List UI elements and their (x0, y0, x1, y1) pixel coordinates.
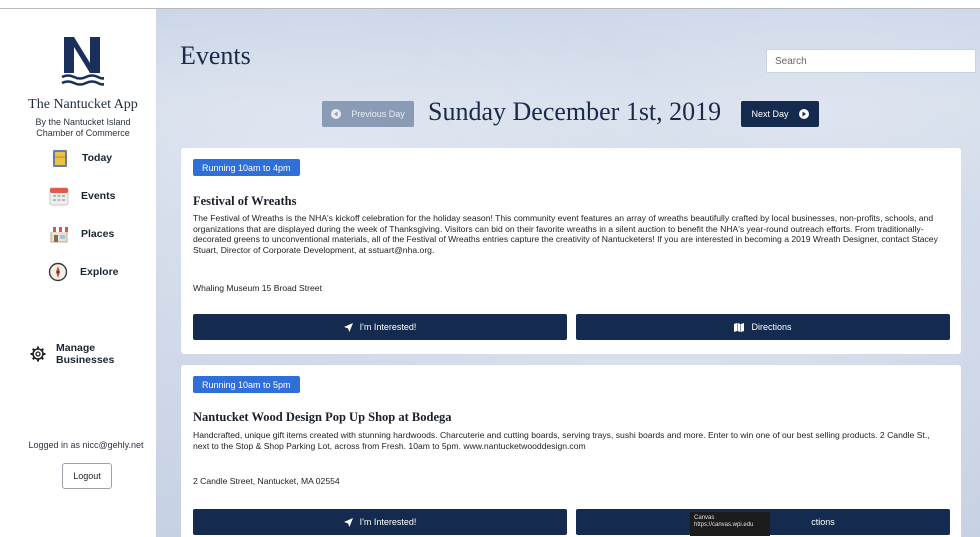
next-day-button[interactable]: Next Day (741, 101, 819, 127)
sidebar-item-label: Events (81, 190, 116, 202)
events-calendar-icon (49, 186, 69, 206)
sidebar-item-label: Today (82, 152, 113, 164)
logout-button[interactable]: Logout (62, 463, 112, 489)
nantucket-logo-icon (61, 37, 104, 86)
interested-label: I'm Interested! (359, 517, 417, 527)
places-shop-icon (49, 224, 69, 244)
tooltip-title: Canvas (694, 515, 715, 521)
event-description: The Festival of Wreaths is the NHA's kic… (193, 213, 938, 255)
compass-icon (48, 262, 68, 282)
tooltip-url: https://canvas.wpi.edu (694, 522, 754, 528)
app-subtitle: By the Nantucket Island Chamber of Comme… (35, 117, 131, 138)
page-title: Events (180, 41, 251, 70)
manage-label-line1: Manage (56, 342, 96, 354)
event-description: Handcrafted, unique gift items created w… (193, 430, 930, 451)
logged-in-text: Logged in as nicc@gehly.net (28, 440, 144, 450)
arrow-left-circle-icon (331, 109, 342, 119)
directions-button[interactable]: Directions (576, 314, 950, 340)
manage-businesses-label: Manage Businesses (56, 342, 114, 366)
map-icon (734, 322, 745, 332)
sidebar: The Nantucket App By the Nantucket Islan… (0, 9, 156, 537)
sidebar-item-label: Places (81, 228, 115, 240)
manage-businesses-link[interactable]: Manage Businesses (30, 342, 114, 366)
interested-button[interactable]: I'm Interested! (193, 314, 567, 340)
event-time-badge: Running 10am to 5pm (193, 376, 300, 393)
link-preview-tooltip: Canvas https://canvas.wpi.edu (690, 512, 770, 536)
sidebar-item-today[interactable]: Today (50, 148, 112, 168)
gear-icon (30, 346, 46, 362)
previous-day-button[interactable]: Previous Day (322, 101, 414, 127)
next-day-label: Next Day (751, 109, 789, 119)
search-input[interactable] (766, 49, 976, 73)
event-card: Running 10am to 5pm Nantucket Wood Desig… (181, 365, 961, 537)
date-title: Sunday December 1st, 2019 (428, 97, 722, 126)
paper-plane-icon (343, 517, 353, 527)
event-title: Festival of Wreaths (193, 194, 297, 208)
interested-button[interactable]: I'm Interested! (193, 509, 567, 535)
today-calendar-icon (50, 148, 70, 168)
directions-label: ctions (811, 517, 835, 527)
previous-day-label: Previous Day (351, 109, 405, 119)
interested-label: I'm Interested! (359, 322, 417, 332)
event-time-badge: Running 10am to 4pm (193, 159, 300, 176)
sidebar-item-places[interactable]: Places (49, 224, 114, 244)
main-content: Events Previous Day Sunday December 1st,… (156, 9, 980, 537)
event-title: Nantucket Wood Design Pop Up Shop at Bod… (193, 410, 452, 424)
event-card: Running 10am to 4pm Festival of Wreaths … (181, 148, 961, 354)
event-location: 2 Candle Street, Nantucket, MA 02554 (193, 476, 340, 486)
app-title: The Nantucket App (28, 97, 138, 112)
directions-label: Directions (751, 322, 792, 332)
manage-label-line2: Businesses (56, 354, 115, 366)
sidebar-item-label: Explore (80, 266, 119, 278)
event-location: Whaling Museum 15 Broad Street (193, 283, 322, 293)
paper-plane-icon (343, 322, 353, 332)
arrow-right-circle-icon (798, 109, 809, 119)
sidebar-item-explore[interactable]: Explore (48, 262, 119, 282)
sidebar-item-events[interactable]: Events (49, 186, 115, 206)
